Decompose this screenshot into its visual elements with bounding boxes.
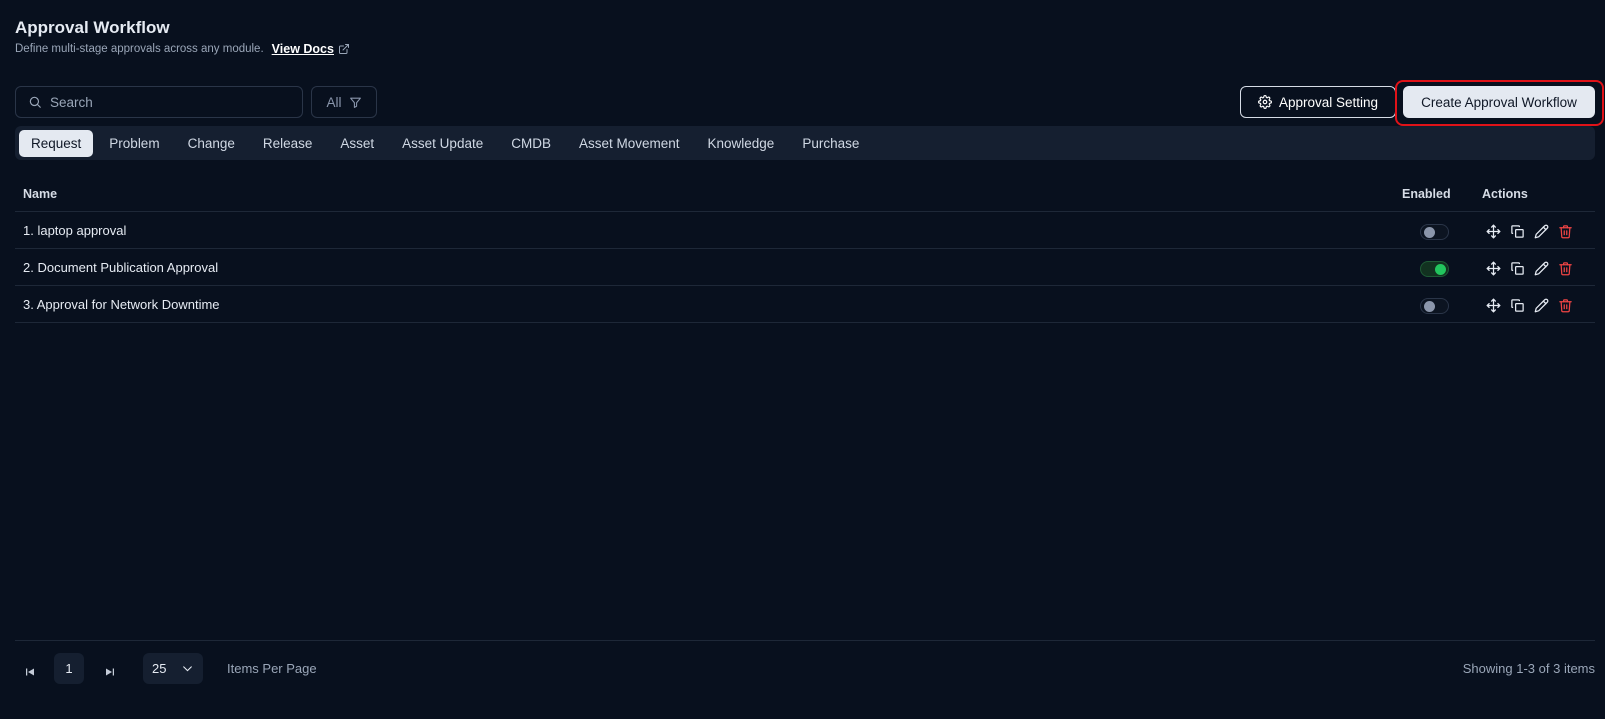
- table-row: 3. Approval for Network Downtime: [15, 286, 1595, 323]
- tab-purchase[interactable]: Purchase: [790, 130, 871, 157]
- edit-icon[interactable]: [1533, 223, 1549, 239]
- view-docs-label: View Docs: [271, 42, 334, 56]
- approval-setting-button[interactable]: Approval Setting: [1240, 86, 1396, 118]
- external-link-icon: [338, 44, 349, 54]
- tab-request[interactable]: Request: [19, 129, 94, 157]
- page-subtitle: Define multi-stage approvals across any …: [15, 42, 350, 56]
- approval-setting-label: Approval Setting: [1278, 94, 1379, 110]
- search-input[interactable]: [50, 94, 280, 110]
- first-page-button[interactable]: [18, 660, 42, 684]
- move-icon[interactable]: [1485, 297, 1501, 313]
- gear-icon: [1258, 95, 1272, 109]
- tab-asset[interactable]: Asset: [328, 130, 386, 157]
- view-docs-link[interactable]: View Docs: [272, 42, 350, 56]
- tab-problem[interactable]: Problem: [97, 130, 171, 157]
- showing-count: Showing 1-3 of 3 items: [1462, 661, 1595, 676]
- toggle-knob: [1424, 227, 1435, 238]
- enabled-toggle[interactable]: [1420, 261, 1449, 277]
- tab-change[interactable]: Change: [176, 130, 247, 157]
- per-page-select[interactable]: 25: [143, 653, 203, 684]
- column-header-enabled: Enabled: [1402, 187, 1451, 201]
- row-actions: [1485, 223, 1573, 239]
- create-approval-workflow-button[interactable]: Create Approval Workflow: [1403, 86, 1595, 118]
- move-icon[interactable]: [1485, 223, 1501, 239]
- search-box[interactable]: [15, 86, 303, 118]
- per-page-value: 25: [152, 661, 167, 676]
- duplicate-icon[interactable]: [1509, 260, 1525, 276]
- table-header: Name Enabled Actions: [15, 178, 1595, 212]
- workflow-name[interactable]: 1. laptop approval: [23, 223, 126, 238]
- enabled-toggle[interactable]: [1420, 224, 1449, 240]
- tab-release[interactable]: Release: [251, 130, 325, 157]
- tab-knowledge[interactable]: Knowledge: [696, 130, 787, 157]
- duplicate-icon[interactable]: [1509, 223, 1525, 239]
- table-row: 1. laptop approval: [15, 212, 1595, 249]
- filter-label: All: [326, 94, 342, 110]
- filter-dropdown[interactable]: All: [311, 86, 377, 118]
- search-icon: [29, 96, 41, 108]
- items-per-page-label: Items Per Page: [227, 661, 317, 676]
- toggle-knob: [1424, 301, 1435, 312]
- skip-forward-icon: [106, 668, 114, 676]
- enabled-toggle[interactable]: [1420, 298, 1449, 314]
- last-page-button[interactable]: [98, 660, 122, 684]
- move-icon[interactable]: [1485, 260, 1501, 276]
- page-title: Approval Workflow: [15, 18, 170, 37]
- toggle-knob: [1435, 264, 1446, 275]
- row-actions: [1485, 297, 1573, 313]
- tab-asset-movement[interactable]: Asset Movement: [567, 130, 692, 157]
- tab-cmdb[interactable]: CMDB: [499, 130, 563, 157]
- delete-icon[interactable]: [1557, 260, 1573, 276]
- edit-icon[interactable]: [1533, 297, 1549, 313]
- skip-back-icon: [26, 668, 34, 676]
- delete-icon[interactable]: [1557, 223, 1573, 239]
- chevron-down-icon: [183, 666, 192, 672]
- duplicate-icon[interactable]: [1509, 297, 1525, 313]
- delete-icon[interactable]: [1557, 297, 1573, 313]
- column-header-actions: Actions: [1482, 187, 1528, 201]
- column-header-name: Name: [23, 187, 58, 201]
- tab-asset-update[interactable]: Asset Update: [390, 130, 495, 157]
- page-number-current[interactable]: 1: [54, 653, 84, 684]
- footer-divider: [15, 640, 1595, 641]
- module-tabs: Request Problem Change Release Asset Ass…: [15, 126, 1595, 160]
- subtitle-text: Define multi-stage approvals across any …: [15, 43, 264, 55]
- filter-icon: [349, 97, 361, 108]
- table-row: 2. Document Publication Approval: [15, 249, 1595, 286]
- workflow-name[interactable]: 2. Document Publication Approval: [23, 260, 218, 275]
- row-actions: [1485, 260, 1573, 276]
- edit-icon[interactable]: [1533, 260, 1549, 276]
- workflow-name[interactable]: 3. Approval for Network Downtime: [23, 297, 220, 312]
